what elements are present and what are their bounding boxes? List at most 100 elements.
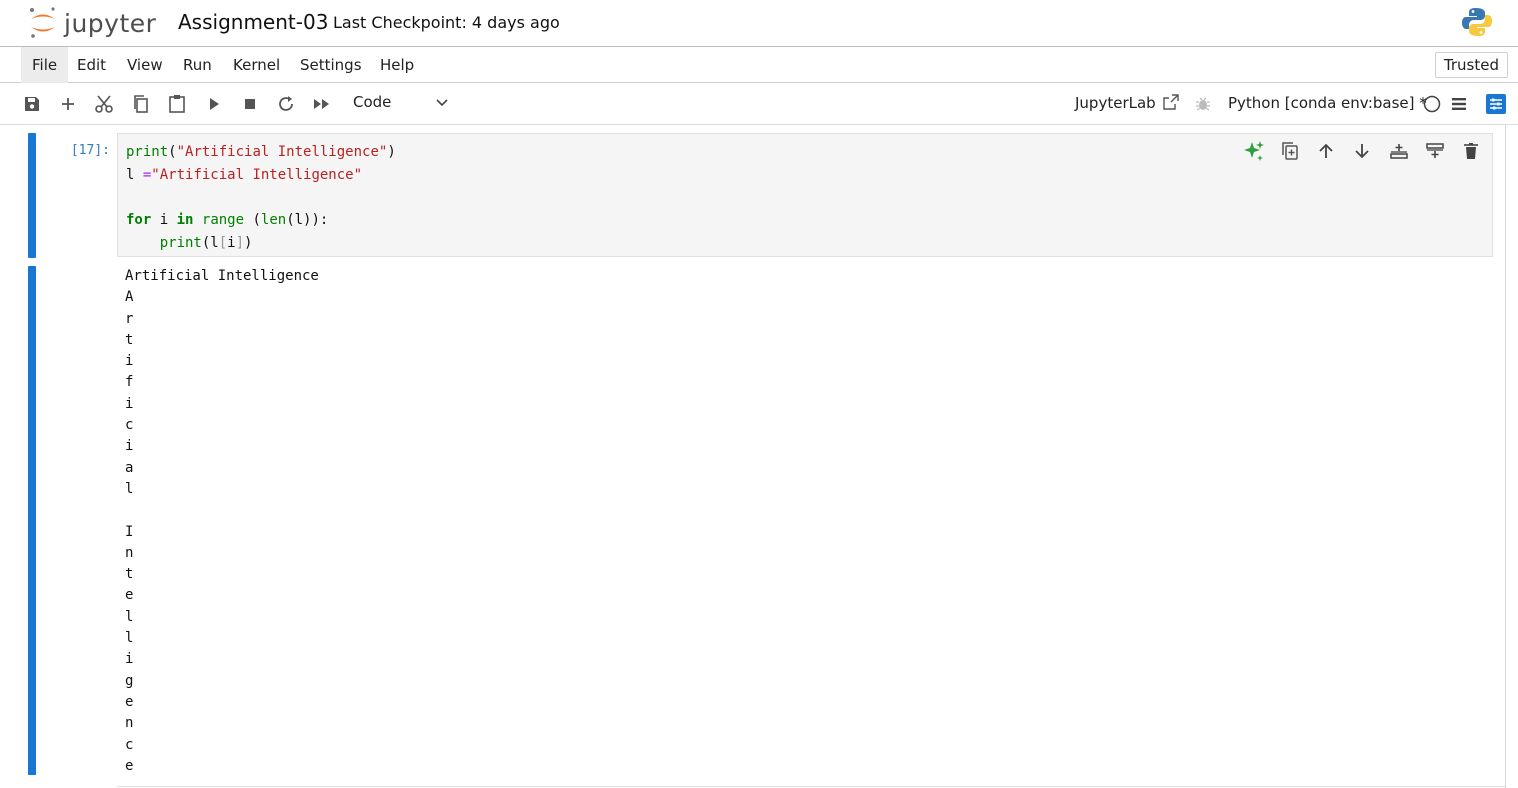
code-source: print("Artificial Intelligence") l ="Art… (126, 141, 396, 255)
code-line: print(l[i]) (159, 234, 253, 251)
copy-icon (134, 95, 148, 113)
save-icon (25, 97, 39, 111)
output-line: n (125, 544, 134, 561)
save-button[interactable] (21, 93, 43, 115)
cell-type-select[interactable]: Code (353, 93, 453, 115)
output-line: c (125, 417, 134, 434)
output-line: i (125, 438, 134, 455)
output-collapser[interactable] (28, 266, 36, 775)
delete-cell-button[interactable] (1459, 139, 1483, 163)
toc-button[interactable] (1448, 93, 1470, 115)
code-token: in (176, 212, 194, 229)
menu-edit[interactable]: Edit (66, 47, 117, 83)
menu-run[interactable]: Run (172, 47, 223, 83)
jupyter-logo-icon (30, 7, 55, 38)
code-token: for (126, 212, 152, 229)
menu-file[interactable]: File (21, 47, 69, 83)
run-button[interactable] (203, 93, 225, 115)
cell-type-value: Code (353, 93, 392, 111)
cut-button[interactable] (93, 93, 115, 115)
external-link-icon (1163, 94, 1180, 110)
code-token: len (260, 212, 287, 229)
top-header: jupyter Assignment-03 Last Checkpoint: 4… (0, 0, 1518, 47)
open-jupyterlab-link[interactable]: JupyterLab (1075, 94, 1180, 112)
jupyter-logo[interactable]: jupyter (28, 5, 156, 41)
menu-help[interactable]: Help (369, 47, 425, 83)
insert-above-button[interactable] (1387, 139, 1411, 163)
notebook-title[interactable]: Assignment-03 (178, 10, 328, 34)
output-line: I (125, 523, 134, 540)
list-icon (1452, 98, 1466, 110)
trusted-indicator[interactable]: Trusted (1434, 52, 1508, 78)
output-line: l (125, 608, 134, 625)
output-line: l (125, 630, 134, 647)
cell-divider (117, 786, 1505, 787)
settings-sliders-icon (1486, 94, 1506, 114)
scrollbar-edge (1505, 125, 1506, 788)
open-jupyterlab-label: JupyterLab (1075, 94, 1156, 112)
ai-assist-icon (1244, 141, 1264, 161)
ai-assist-button[interactable] (1242, 139, 1266, 163)
output-line: g (125, 672, 134, 689)
output-line: A (125, 289, 134, 306)
cell-output: Artificial Intelligence Ar t i f i c i a l Intell… (125, 266, 319, 777)
run-all-button[interactable] (311, 93, 333, 115)
code-token: [ (218, 234, 228, 251)
output-line: Artificial Intelligence (125, 268, 319, 284)
move-up-button[interactable] (1314, 139, 1338, 163)
menu-kernel[interactable]: Kernel (222, 47, 291, 83)
debugger-button[interactable] (1192, 93, 1214, 115)
menu-bar: File Edit View Run Kernel Settings Help … (0, 47, 1518, 83)
logo-text: jupyter (64, 8, 157, 38)
copy-button[interactable] (130, 93, 152, 115)
code-token: print (126, 144, 169, 160)
output-line: e (125, 757, 134, 774)
code-line: print("Artificial Intelligence") (126, 144, 396, 160)
code-token: range (201, 212, 245, 229)
output-line: f (125, 374, 134, 391)
duplicate-icon (1282, 142, 1298, 160)
output-line: c (125, 736, 134, 753)
restart-icon (279, 96, 293, 111)
arrow-down-icon (1355, 144, 1369, 159)
menu-view[interactable]: View (116, 47, 174, 83)
input-collapser[interactable] (28, 133, 36, 258)
code-line: for i in range (len(l)): (126, 212, 329, 229)
stop-button[interactable] (239, 93, 261, 115)
output-line: t (125, 331, 134, 348)
run-all-icon (314, 99, 329, 109)
output-line: r (125, 310, 134, 327)
execution-count: [17]: (70, 143, 110, 158)
paste-button[interactable] (166, 93, 188, 115)
code-token: "Artificial Intelligence" (176, 144, 388, 160)
run-icon (210, 98, 219, 110)
output-line: e (125, 587, 134, 604)
code-line: l ="Artificial Intelligence" (126, 166, 363, 183)
code-token: ] (235, 234, 245, 251)
add-cell-icon (62, 98, 74, 110)
output-line: n (125, 715, 134, 732)
output-line: i (125, 353, 134, 370)
checkpoint-status: Last Checkpoint: 4 days ago (333, 13, 560, 32)
insert-below-icon (1426, 143, 1444, 158)
cut-icon (95, 95, 113, 113)
code-token: "Artificial Intelligence" (151, 166, 363, 183)
menu-settings[interactable]: Settings (289, 47, 373, 83)
kernel-name[interactable]: Python [conda env:base] * (1228, 94, 1427, 112)
duplicate-cell-button[interactable] (1278, 139, 1302, 163)
output-line: i (125, 651, 134, 668)
output-line: a (125, 459, 134, 476)
move-down-button[interactable] (1350, 139, 1374, 163)
restart-button[interactable] (275, 93, 297, 115)
output-line: i (125, 395, 134, 412)
add-cell-button[interactable] (57, 93, 79, 115)
insert-below-button[interactable] (1423, 139, 1447, 163)
property-inspector-button[interactable] (1485, 93, 1507, 115)
output-line: e (125, 693, 134, 710)
notebook-toolbar: Code JupyterLab Python [conda env:base] … (0, 83, 1518, 125)
bug-icon (1196, 97, 1210, 111)
code-token: print (159, 234, 202, 251)
kernel-idle-icon (1423, 95, 1441, 113)
stop-icon (245, 99, 255, 109)
